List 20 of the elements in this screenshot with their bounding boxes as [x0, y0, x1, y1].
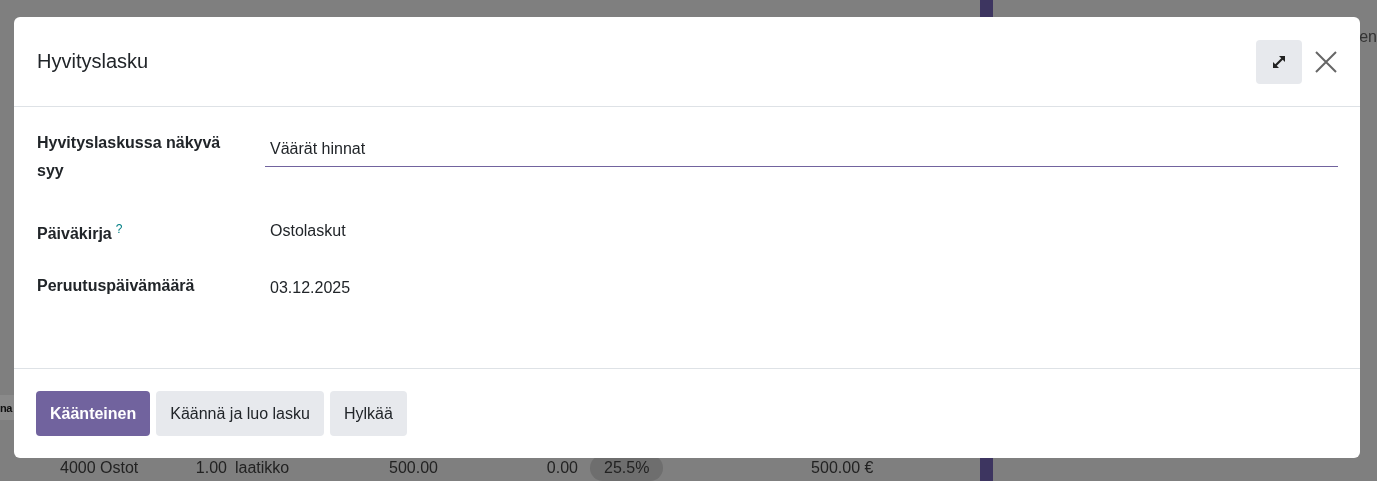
background-text: en	[1359, 28, 1377, 47]
background-table-cell-text: 4000 Ostot	[59, 459, 140, 477]
background-table-cell-text: 500.00	[388, 459, 438, 477]
close-button[interactable]	[1314, 49, 1338, 74]
background-table-cell-text: 500.00 €	[810, 459, 874, 477]
secondary-button[interactable]: Hylkää	[329, 391, 407, 436]
primary-button[interactable]: Käänteinen	[36, 391, 151, 436]
secondary-button[interactable]: Käännä ja luo lasku	[156, 391, 324, 436]
dialog-title: Hyvityslasku	[37, 50, 150, 73]
field-value: 03.12.2025	[269, 278, 351, 298]
background-table-cell-text: laatikko	[234, 459, 291, 477]
field-value: Ostolaskut	[269, 221, 346, 241]
field-label: Peruutuspäivämäärä	[37, 276, 196, 296]
field-label: Hyvityslaskussa näkyvä syy	[37, 133, 222, 181]
help-mark[interactable]: ?	[115, 222, 123, 236]
background-table-cell-text: 1.00	[194, 459, 227, 477]
background-table-cell-text: 0.00	[545, 459, 578, 477]
close-icon	[1315, 50, 1337, 73]
field-label: Päiväkirja $^{?}$	[37, 221, 124, 245]
expand-button[interactable]	[1256, 39, 1302, 84]
